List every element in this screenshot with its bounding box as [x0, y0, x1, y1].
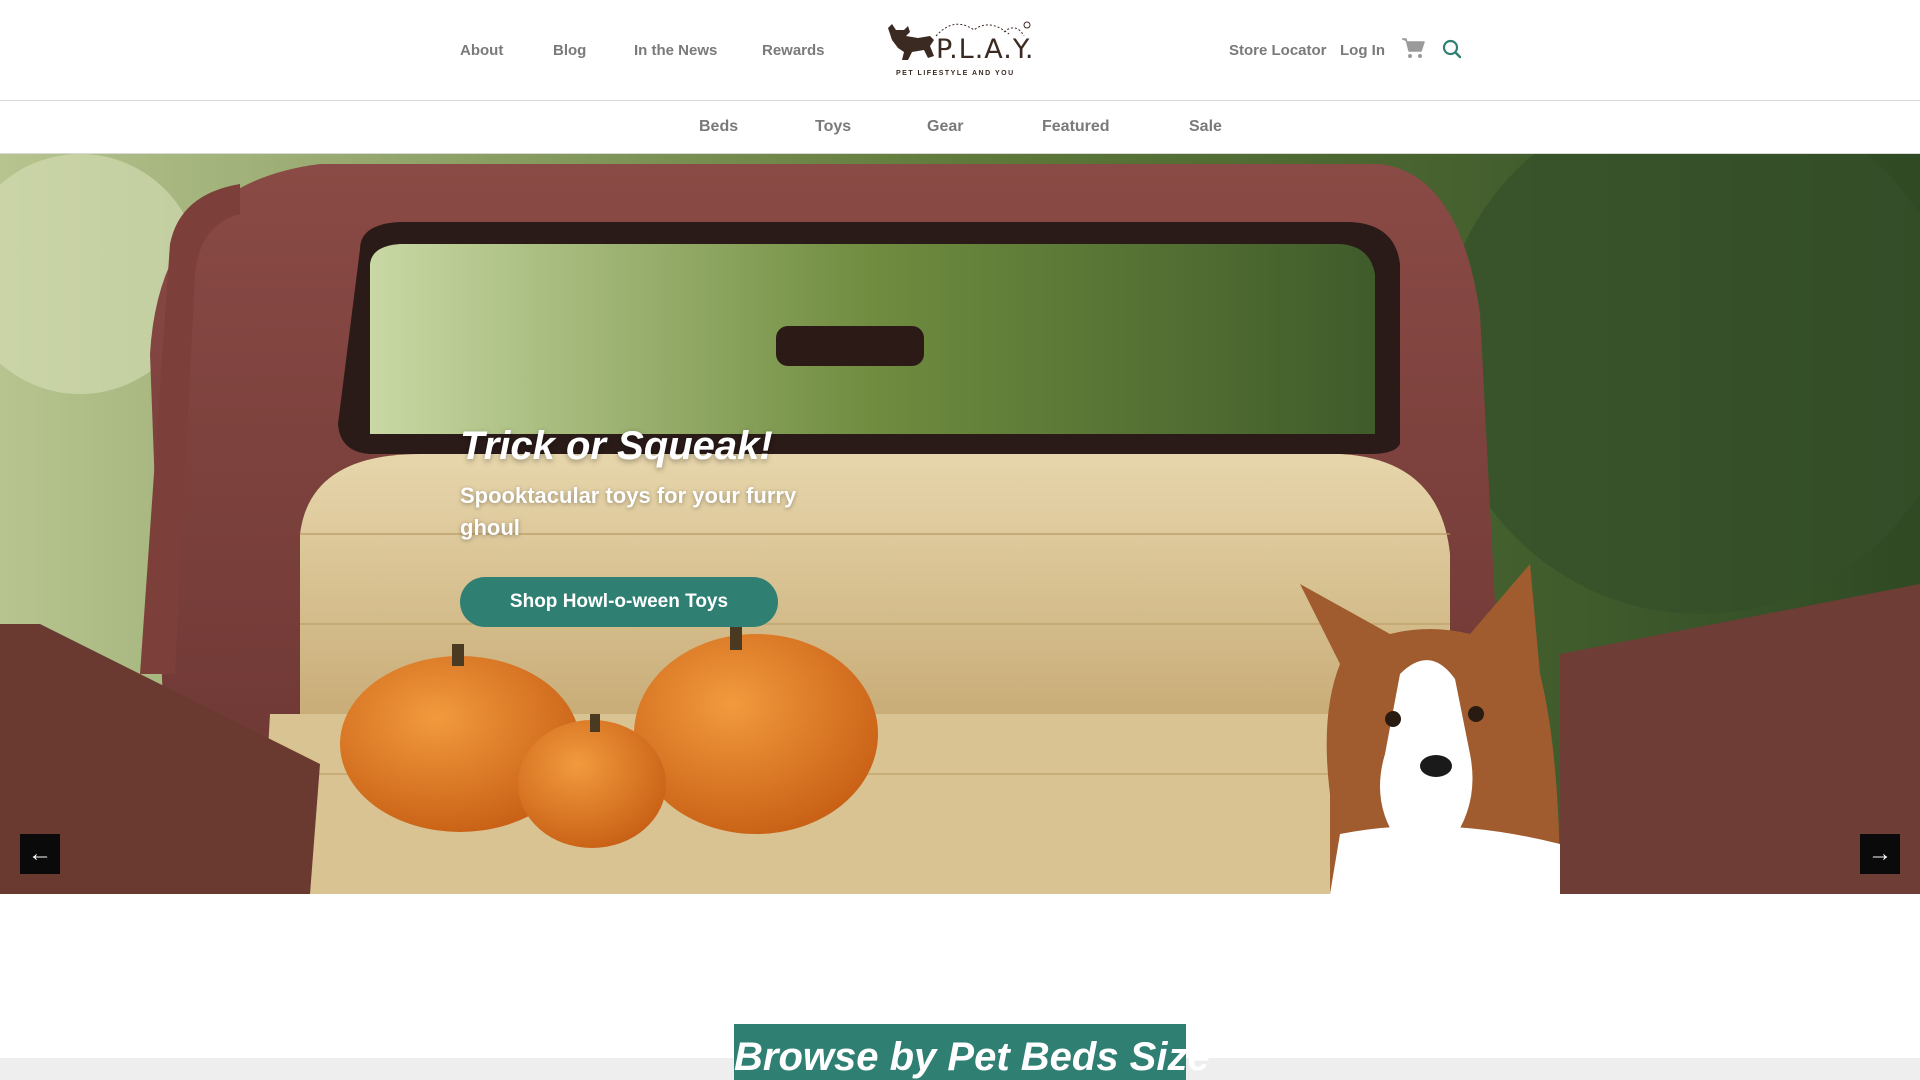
hero-title: Trick or Squeak!: [460, 424, 773, 468]
category-nav: Beds Toys Gear Featured Sale: [0, 101, 1920, 154]
search-icon[interactable]: [1441, 38, 1463, 60]
top-header: About Blog In the News Rewards P.L.A.Y. …: [0, 0, 1920, 101]
cart-icon[interactable]: [1401, 37, 1425, 59]
hero-banner: Trick or Squeak! Spooktacular toys for y…: [0, 154, 1920, 894]
login-link[interactable]: Log In: [1340, 42, 1385, 59]
nav-link-about[interactable]: About: [460, 42, 503, 59]
store-locator-link[interactable]: Store Locator: [1229, 42, 1327, 59]
shop-howl-o-ween-toys-button[interactable]: Shop Howl-o-ween Toys: [460, 577, 778, 627]
browse-by-size-heading: Browse by Pet Beds Size: [734, 1035, 1210, 1079]
category-featured[interactable]: Featured: [1042, 118, 1110, 136]
category-toys[interactable]: Toys: [815, 118, 851, 136]
carousel-next-button[interactable]: →: [1860, 834, 1900, 874]
category-gear[interactable]: Gear: [927, 118, 963, 136]
carousel-prev-button[interactable]: ←: [20, 834, 60, 874]
browse-heading-box: Browse by Pet Beds Size: [734, 1024, 1210, 1080]
nav-link-blog[interactable]: Blog: [553, 42, 586, 59]
arrow-right-icon: →: [1868, 840, 1892, 867]
brand-logo[interactable]: P.L.A.Y. PET LIFESTYLE AND YOU: [884, 18, 1034, 82]
category-beds[interactable]: Beds: [699, 118, 738, 136]
hero-photo: [0, 154, 1920, 894]
logo-tagline: PET LIFESTYLE AND YOU: [896, 70, 1015, 77]
logo-wordmark: P.L.A.Y.: [936, 34, 1035, 65]
hero-subtitle: Spooktacular toys for your furry ghoul: [460, 483, 797, 540]
nav-link-rewards[interactable]: Rewards: [762, 42, 825, 59]
nav-link-in-the-news[interactable]: In the News: [634, 42, 717, 59]
arrow-left-icon: ←: [28, 840, 52, 867]
category-sale[interactable]: Sale: [1189, 118, 1222, 136]
